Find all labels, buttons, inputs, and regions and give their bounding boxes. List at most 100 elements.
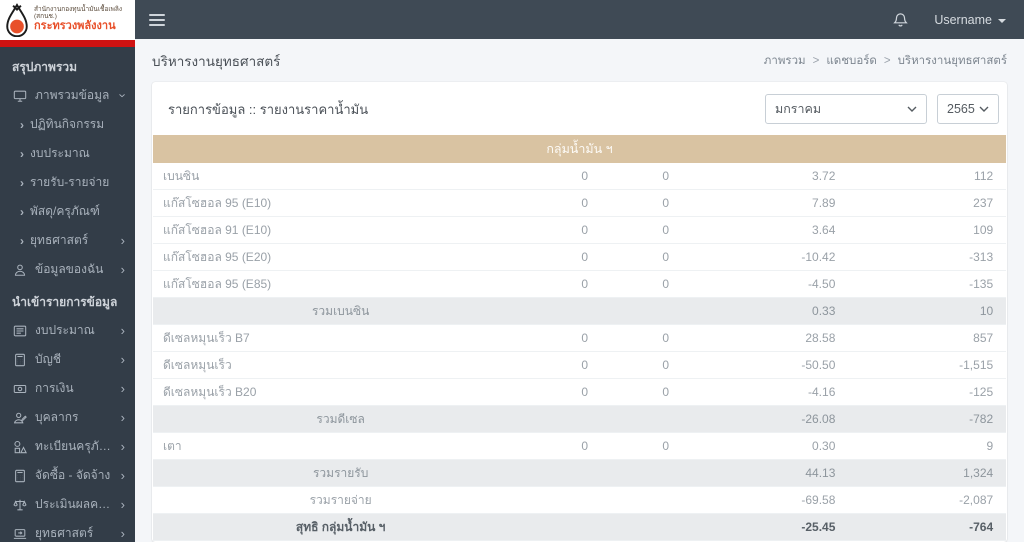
year-select[interactable]: 2565 bbox=[937, 94, 999, 124]
breadcrumb-item[interactable]: บริหารงานยุทธศาสตร์ bbox=[898, 52, 1007, 70]
row-label-cell: แก๊สโซฮอล 91 (E10) bbox=[163, 223, 272, 237]
breadcrumb-item[interactable]: ภาพรวม bbox=[764, 52, 806, 70]
brand-link[interactable]: สำนักงานกองทุนน้ำมันเชื้อเพลิง (สกนช.) ก… bbox=[0, 0, 135, 40]
row-value-cell: 3.64 bbox=[812, 223, 836, 237]
row-label-cell: สุทธิ กลุ่มน้ำมัน ฯ bbox=[295, 520, 386, 534]
row-label-cell: รวมรายรับ bbox=[312, 466, 369, 480]
month-select[interactable]: มกราคม bbox=[765, 94, 927, 124]
card-title: รายการข้อมูล :: รายงานราคาน้ำมัน bbox=[168, 101, 369, 117]
row-padding bbox=[993, 244, 1006, 270]
row-value-cell: -313 bbox=[969, 250, 994, 264]
sidebar-item[interactable]: บัญชี › bbox=[0, 345, 135, 374]
table-row: เบนซิน 0 0 3.72 112 bbox=[153, 163, 1006, 190]
row-label-cell: รวมรายจ่าย bbox=[309, 493, 372, 507]
row-value-cell: 1,324 bbox=[963, 466, 994, 480]
row-value-cell: 109 bbox=[973, 223, 994, 237]
sidebar-subitem[interactable]: › ปฏิทินกิจกรรม bbox=[0, 110, 135, 139]
brand-stripe bbox=[0, 40, 135, 47]
row-value-cell: 0 bbox=[581, 439, 589, 453]
chevron-down-icon bbox=[979, 106, 989, 112]
sidebar-subitem[interactable]: › ยุทธศาสตร์ › bbox=[0, 226, 135, 255]
row-padding bbox=[993, 379, 1006, 405]
chevron-right-icon: › bbox=[120, 233, 125, 248]
sidebar-item[interactable]: ยุทธศาสตร์ › bbox=[0, 519, 135, 542]
row-value-cell bbox=[528, 298, 588, 324]
row-value-cell: -25.45 bbox=[801, 520, 836, 534]
sidebar-subitem-label: ยุทธศาสตร์ bbox=[30, 233, 89, 247]
fuel-report-table: กลุ่มน้ำมัน ฯ เบนซิน 0 0 3.72 112 แก๊สโซฮอล 9… bbox=[153, 135, 1006, 541]
row-value-cell: 0 bbox=[662, 385, 670, 399]
sidebar-item-label: บัญชี bbox=[35, 352, 61, 366]
sidebar-item[interactable]: บุคลากร › bbox=[0, 403, 135, 432]
row-value-cell: 0 bbox=[662, 223, 670, 237]
money-icon bbox=[12, 382, 27, 396]
chevron-right-icon: › bbox=[120, 381, 125, 396]
breadcrumb-separator: > bbox=[883, 55, 891, 67]
sidebar-item-label: บุคลากร bbox=[35, 410, 79, 424]
sidebar-item[interactable]: จัดซื้อ - จัดจ้าง › bbox=[0, 461, 135, 490]
row-value-cell: 7.89 bbox=[812, 196, 836, 210]
sidebar-nav: สรุปภาพรวม ภาพรวมข้อมูล › › ปฏิทินกิจกรรม › งบ… bbox=[0, 47, 135, 542]
sidebar-subitem[interactable]: › งบประมาณ bbox=[0, 139, 135, 168]
sidebar-item-label: จัดซื้อ - จัดจ้าง bbox=[35, 468, 111, 482]
sidebar-item[interactable]: ภาพรวมข้อมูล › bbox=[0, 81, 135, 110]
row-value-cell: 112 bbox=[974, 169, 994, 183]
row-value-cell: 857 bbox=[973, 331, 994, 345]
brand-ministry: กระทรวงพลังงาน bbox=[34, 20, 116, 33]
chevron-down-icon: › bbox=[115, 93, 131, 98]
sidebar-section-header: สรุปภาพรวม bbox=[12, 60, 78, 74]
row-value-cell bbox=[588, 514, 669, 540]
sidebar-item-label: ยุทธศาสตร์ bbox=[35, 526, 94, 540]
filters: มกราคม 2565 bbox=[765, 94, 999, 124]
user-edit-icon bbox=[12, 411, 27, 425]
row-value-cell bbox=[528, 514, 588, 540]
row-value-cell: 0.33 bbox=[812, 304, 836, 318]
row-value-cell: -50.50 bbox=[801, 358, 836, 372]
sidebar-item[interactable]: การเงิน › bbox=[0, 374, 135, 403]
list-icon bbox=[12, 324, 27, 338]
row-value-cell: 0 bbox=[581, 250, 589, 264]
sidebar-toggle-button[interactable] bbox=[149, 11, 165, 29]
sidebar-item[interactable]: ทะเบียนครุภัณฑ์ › bbox=[0, 432, 135, 461]
table-row: แก๊สโซฮอล 91 (E10) 0 0 3.64 109 bbox=[153, 217, 1006, 244]
row-value-cell: 0 bbox=[662, 169, 670, 183]
row-label-cell: เบนซิน bbox=[163, 169, 200, 183]
app-root: สำนักงานกองทุนน้ำมันเชื้อเพลิง (สกนช.) ก… bbox=[0, 0, 1024, 542]
caret-down-icon bbox=[998, 18, 1006, 23]
sidebar-item[interactable]: ข้อมูลของฉัน › bbox=[0, 255, 135, 284]
row-label-cell: แก๊สโซฮอล 95 (E10) bbox=[163, 196, 272, 210]
notifications-bell-icon[interactable] bbox=[893, 12, 909, 28]
sidebar-subitem-label: รายรับ-รายจ่าย bbox=[30, 175, 110, 189]
table-row: แก๊สโซฮอล 95 (E85) 0 0 -4.50 -135 bbox=[153, 271, 1006, 298]
row-value-cell: 9 bbox=[986, 439, 994, 453]
table-summary-row: รวมรายจ่าย -69.58 -2,087 bbox=[153, 487, 1006, 514]
sidebar-subitem[interactable]: › รายรับ-รายจ่าย bbox=[0, 168, 135, 197]
row-value-cell: 0 bbox=[662, 250, 670, 264]
row-value-cell: -4.16 bbox=[808, 385, 836, 399]
sidebar-item-label: งบประมาณ bbox=[35, 323, 95, 337]
row-padding bbox=[993, 325, 1006, 351]
row-value-cell: 0 bbox=[581, 331, 589, 345]
row-label-cell: ดีเซลหมุนเร็ว bbox=[163, 358, 232, 372]
sidebar-item[interactable]: ประเมินผลความคุ้มค่า › bbox=[0, 490, 135, 519]
user-menu[interactable]: Username bbox=[934, 13, 1006, 27]
page-title: บริหารงานยุทธศาสตร์ bbox=[152, 54, 281, 69]
sidebar-item[interactable]: งบประมาณ › bbox=[0, 316, 135, 345]
row-label-cell: รวมเบนซิน bbox=[311, 304, 370, 318]
row-value-cell: -764 bbox=[969, 520, 994, 534]
table-row: เตา 0 0 0.30 9 bbox=[153, 433, 1006, 460]
sidebar-item-label: ทะเบียนครุภัณฑ์ bbox=[35, 439, 113, 453]
table-summary-row: สุทธิ กลุ่มน้ำมัน ฯ -25.45 -764 bbox=[153, 514, 1006, 541]
chevron-right-icon: › bbox=[120, 439, 125, 454]
report-card: รายการข้อมูล :: รายงานราคาน้ำมัน มกราคม … bbox=[152, 82, 1007, 542]
shapes-icon bbox=[12, 440, 27, 454]
table-row: แก๊สโซฮอล 95 (E20) 0 0 -10.42 -313 bbox=[153, 244, 1006, 271]
sidebar-subitem[interactable]: › พัสดุ/ครุภัณฑ์ bbox=[0, 197, 135, 226]
row-value-cell: -10.42 bbox=[801, 250, 836, 264]
row-padding bbox=[993, 352, 1006, 378]
breadcrumb-item[interactable]: แดชบอร์ด bbox=[826, 52, 877, 70]
sidebar-subitem-label: พัสดุ/ครุภัณฑ์ bbox=[30, 204, 100, 218]
row-value-cell: 0 bbox=[662, 331, 670, 345]
chevron-right-icon: › bbox=[120, 526, 125, 541]
row-value-cell: -135 bbox=[969, 277, 994, 291]
